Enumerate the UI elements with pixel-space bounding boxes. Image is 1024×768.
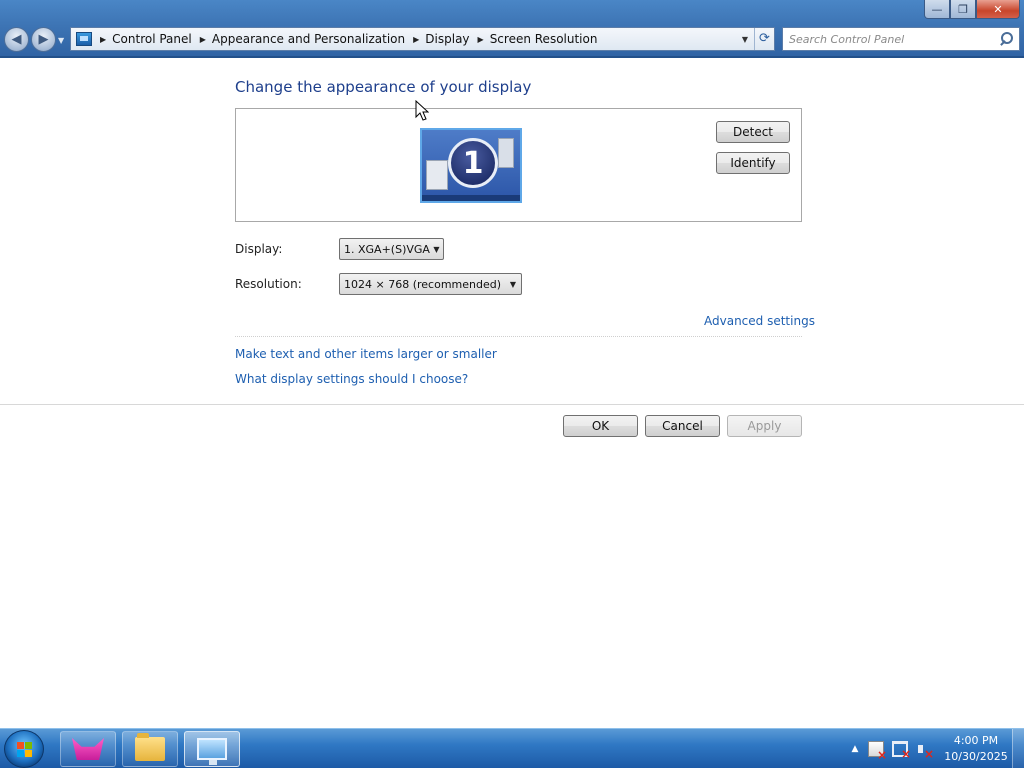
display-settings-icon: [197, 738, 227, 765]
breadcrumb-separator-icon[interactable]: ▶: [200, 35, 206, 44]
detect-button[interactable]: Detect: [716, 121, 790, 143]
ok-button[interactable]: OK: [563, 415, 638, 437]
window-thumbnail-icon: [498, 138, 514, 168]
breadcrumb-control-panel[interactable]: Control Panel: [112, 32, 192, 46]
network-icon[interactable]: [892, 741, 911, 761]
taskbar-app-display-settings[interactable]: [184, 731, 240, 767]
resolution-select[interactable]: 1024 × 768 (recommended) ▼: [339, 273, 522, 295]
monitor-preview-panel: 1 Detect Identify: [235, 108, 802, 222]
back-arrow-icon: ◀: [11, 32, 22, 47]
page-title: Change the appearance of your display: [235, 78, 532, 96]
text-size-link[interactable]: Make text and other items larger or smal…: [235, 347, 497, 361]
taskbar-thumbnail: [422, 195, 520, 201]
breadcrumb-screen-resolution[interactable]: Screen Resolution: [490, 32, 598, 46]
show-hidden-icons-button[interactable]: ▲: [846, 744, 864, 754]
display-select-value: 1. XGA+(S)VGA: [344, 242, 430, 256]
taskbar-app-explorer[interactable]: [122, 731, 178, 767]
address-dropdown-icon[interactable]: ▼: [736, 35, 754, 44]
chevron-down-icon: ▼: [433, 244, 440, 254]
recent-pages-dropdown[interactable]: ▼: [58, 36, 68, 46]
display-select[interactable]: 1. XGA+(S)VGA ▼: [339, 238, 444, 260]
action-center-icon[interactable]: [868, 741, 887, 762]
forward-arrow-icon: ▶: [38, 32, 49, 47]
minimize-button[interactable]: —: [924, 0, 950, 19]
address-bar[interactable]: ▶ Control Panel ▶ Appearance and Persona…: [70, 27, 775, 51]
display-label: Display:: [235, 242, 283, 256]
section-divider: [235, 336, 802, 337]
display-help-link[interactable]: What display settings should I choose?: [235, 372, 468, 386]
mouse-cursor-icon: [415, 100, 429, 121]
breadcrumb-separator-icon[interactable]: ▶: [413, 35, 419, 44]
window-controls: — ❐ ✕: [924, 0, 1020, 20]
chevron-down-icon: ▼: [509, 279, 517, 289]
volume-icon[interactable]: [916, 741, 934, 761]
breadcrumb: ▶ Control Panel ▶ Appearance and Persona…: [92, 32, 736, 46]
resolution-label: Resolution:: [235, 277, 302, 291]
fox-icon: [72, 738, 104, 760]
window-thumbnail-icon: [426, 160, 448, 190]
system-tray: ▲ 4:00 PM 10/30/2025: [846, 729, 1024, 768]
monitor-1-tile[interactable]: 1: [420, 128, 522, 203]
window-titlebar: — ❐ ✕ ◀ ▶ ▼ ▶ Control Panel ▶ Appearance…: [0, 0, 1024, 58]
folder-icon: [135, 733, 165, 761]
control-panel-icon: [76, 32, 92, 46]
monitor-number-badge: 1: [448, 138, 498, 188]
maximize-button[interactable]: ❐: [950, 0, 976, 19]
refresh-icon[interactable]: ⟳: [754, 28, 774, 50]
footer-divider: [0, 404, 1024, 405]
forward-button[interactable]: ▶: [31, 27, 56, 52]
search-box[interactable]: [782, 27, 1020, 51]
clock-time: 4:00 PM: [953, 734, 999, 747]
close-button[interactable]: ✕: [976, 0, 1020, 19]
taskbar-app-fox[interactable]: [60, 731, 116, 767]
breadcrumb-appearance[interactable]: Appearance and Personalization: [212, 32, 405, 46]
advanced-settings-link[interactable]: Advanced settings: [704, 314, 815, 328]
show-desktop-button[interactable]: [1012, 729, 1024, 768]
main-content: Change the appearance of your display 1 …: [0, 58, 1024, 728]
breadcrumb-display[interactable]: Display: [425, 32, 469, 46]
back-button[interactable]: ◀: [4, 27, 29, 52]
start-button[interactable]: [4, 730, 44, 768]
resolution-select-value: 1024 × 768 (recommended): [344, 277, 502, 291]
clock[interactable]: 4:00 PM 10/30/2025: [940, 733, 1012, 765]
apply-button[interactable]: Apply: [727, 415, 802, 437]
search-input[interactable]: [783, 29, 997, 49]
cancel-button[interactable]: Cancel: [645, 415, 720, 437]
breadcrumb-separator-icon[interactable]: ▶: [478, 35, 484, 44]
search-icon[interactable]: [997, 30, 1015, 48]
taskbar: ▲ 4:00 PM 10/30/2025: [0, 728, 1024, 768]
breadcrumb-separator-icon[interactable]: ▶: [100, 35, 106, 44]
clock-date: 10/30/2025: [944, 750, 1008, 763]
identify-button[interactable]: Identify: [716, 152, 790, 174]
